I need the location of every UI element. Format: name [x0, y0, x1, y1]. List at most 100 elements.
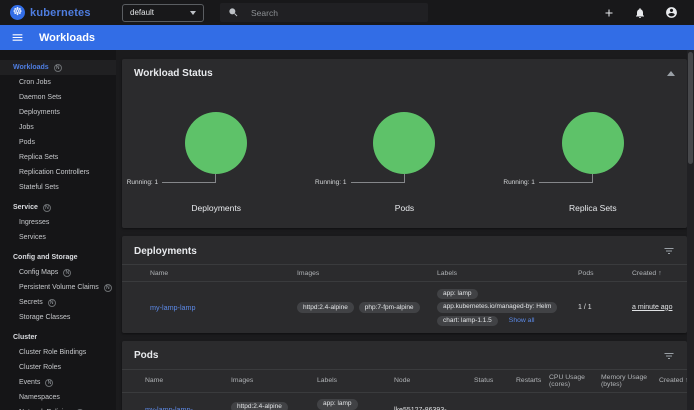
col-header-labels[interactable]: Labels [317, 374, 394, 387]
menu-hamburger-icon[interactable] [11, 31, 24, 44]
sidebar-item-label: Jobs [19, 124, 34, 131]
col-header-restarts[interactable]: Restarts [516, 374, 549, 387]
sidebar-item-jobs[interactable]: Jobs [0, 120, 116, 135]
col-header-node[interactable]: Node [394, 374, 474, 387]
col-header-cpu[interactable]: CPU Usage (cores) [549, 371, 601, 391]
sidebar-item-persistent-volume-claims[interactable]: Persistent Volume ClaimsN [0, 280, 116, 295]
sidebar-item-config-and-storage: Config and Storage [0, 250, 116, 265]
search-input[interactable]: Search [220, 3, 428, 22]
deployments-card: Deployments Name Images Labels Pods Crea… [122, 236, 687, 333]
sidebar-item-label: Config and Storage [13, 254, 78, 261]
chart-title: Deployments [191, 203, 241, 213]
namespace-selector[interactable]: default [122, 4, 204, 22]
col-header-created[interactable]: Created↑ [632, 267, 687, 280]
workload-chart-deployments: Running: 1 Deployments [122, 112, 310, 213]
sidebar-item-stateful-sets[interactable]: Stateful Sets [0, 180, 116, 195]
workload-status-charts: Running: 1 Deployments Running: 1 Pods Runni… [122, 112, 687, 228]
user-account-icon[interactable] [665, 6, 678, 19]
sidebar-item-label: Namespaces [19, 394, 60, 401]
deployment-pods-count: 1 / 1 [578, 304, 632, 311]
sidebar-item-replication-controllers[interactable]: Replication Controllers [0, 165, 116, 180]
deployment-table-row: my-lamp-lamp httpd:2.4-alpine php:7-fpm-… [122, 282, 687, 333]
sidebar-item-cluster-role-bindings[interactable]: Cluster Role Bindings [0, 345, 116, 360]
sidebar-item-pods[interactable]: Pods [0, 135, 116, 150]
sidebar-item-deployments[interactable]: Deployments [0, 105, 116, 120]
pod-name-link[interactable]: my-lamp-lamp-5fd985cf68-jwvz4 [145, 405, 201, 410]
label-chip: app: lamp [317, 399, 358, 410]
label-chip: chart: lamp-1.1.5 [437, 316, 498, 327]
sidebar-item-label: Services [19, 234, 46, 241]
sidebar-item-label: Daemon Sets [19, 94, 61, 101]
main-content: Workload Status Running: 1DeploymentsRun… [116, 50, 694, 410]
sidebar-item-storage-classes[interactable]: Storage Classes [0, 310, 116, 325]
sidebar-item-services[interactable]: Services [0, 230, 116, 245]
sidebar-item-events[interactable]: EventsN [0, 375, 116, 390]
col-header-name[interactable]: Name [145, 374, 231, 387]
col-header-labels[interactable]: Labels [437, 267, 578, 280]
col-header-name[interactable]: Name [150, 267, 297, 280]
pods-card-title: Pods [134, 350, 158, 361]
workload-chart-replica-sets: Running: 1Replica Sets [499, 112, 687, 213]
sidebar-item-service[interactable]: ServiceN [0, 200, 116, 215]
sidebar-item-replica-sets[interactable]: Replica Sets [0, 150, 116, 165]
sidebar-item-workloads[interactable]: WorkloadsN [0, 60, 116, 75]
namespaced-icon: N [45, 379, 53, 387]
sidebar-item-cluster-roles[interactable]: Cluster Roles [0, 360, 116, 375]
pie-area: Running: 1 [310, 112, 498, 190]
sidebar-item-label: Ingresses [19, 219, 49, 226]
header-spacer [131, 378, 145, 384]
namespaced-icon: N [54, 64, 62, 72]
namespace-selected-value: default [130, 8, 154, 17]
topbar: ☸ kubernetes default Search [0, 0, 694, 25]
pie-status-label: Running: 1 [127, 179, 158, 186]
filter-icon[interactable] [663, 245, 675, 257]
deployment-created[interactable]: a minute ago [632, 304, 672, 311]
sidebar-item-config-maps[interactable]: Config MapsN [0, 265, 116, 280]
pie-chart-replica-sets [562, 112, 624, 174]
sidebar-item-label: Persistent Volume Claims [19, 284, 99, 291]
sidebar-item-label: Cron Jobs [19, 79, 51, 86]
sidebar-item-daemon-sets[interactable]: Daemon Sets [0, 90, 116, 105]
pie-area: Running: 1 [499, 112, 687, 190]
image-chip: php:7-fpm-alpine [359, 302, 420, 313]
sidebar-item-namespaces[interactable]: Namespaces [0, 390, 116, 405]
col-header-status[interactable]: Status [474, 374, 516, 387]
sidebar-item-label: Stateful Sets [19, 184, 59, 191]
topbar-actions [603, 6, 684, 19]
pod-images-cell: httpd:2.4-alpine php:7-fpm-alpine [231, 401, 317, 410]
deployment-images-cell: httpd:2.4-alpine php:7-fpm-alpine [297, 300, 437, 314]
deployments-card-title: Deployments [134, 246, 197, 257]
create-resource-icon[interactable] [603, 7, 615, 19]
sidebar-item-secrets[interactable]: SecretsN [0, 295, 116, 310]
sidebar-item-label: Replica Sets [19, 154, 58, 161]
collapse-card-icon[interactable] [667, 71, 675, 76]
col-header-images[interactable]: Images [231, 374, 317, 387]
page-scrollbar[interactable] [687, 50, 694, 410]
deployment-name-link[interactable]: my-lamp-lamp [150, 303, 196, 312]
sidebar-item-label: Replication Controllers [19, 169, 89, 176]
notifications-bell-icon[interactable] [634, 7, 646, 19]
sidebar-item-cron-jobs[interactable]: Cron Jobs [0, 75, 116, 90]
search-placeholder: Search [251, 8, 278, 18]
brand-home-link[interactable]: ☸ kubernetes [10, 5, 112, 20]
sidebar-item-ingresses[interactable]: Ingresses [0, 215, 116, 230]
sidebar-item-label: Storage Classes [19, 314, 70, 321]
sidebar-item-label: Cluster Role Bindings [19, 349, 86, 356]
sidebar-nav: WorkloadsN Cron Jobs Daemon Sets Deployment… [0, 50, 116, 410]
col-header-pods[interactable]: Pods [578, 267, 632, 280]
label-chip: app.kubernetes.io/managed-by: Helm [437, 302, 557, 313]
pie-status-label: Running: 1 [503, 179, 534, 186]
show-all-link[interactable]: Show all [509, 317, 535, 324]
label-chip: app: lamp [437, 289, 478, 300]
pie-callout-line [539, 174, 593, 183]
scrollbar-thumb[interactable] [688, 52, 693, 164]
pods-card: Pods Name Images Labels Node Status Rest… [122, 341, 687, 410]
col-header-images[interactable]: Images [297, 267, 437, 280]
workload-status-card: Workload Status Running: 1DeploymentsRun… [122, 59, 687, 228]
sidebar-item-network-policies[interactable]: Network PoliciesN [0, 405, 116, 410]
chart-title: Pods [395, 203, 414, 213]
col-header-memory[interactable]: Memory Usage (bytes) [601, 371, 659, 391]
filter-icon[interactable] [663, 350, 675, 362]
sidebar-item-label: Cluster [13, 334, 37, 341]
sidebar-item-label: Config Maps [19, 269, 58, 276]
